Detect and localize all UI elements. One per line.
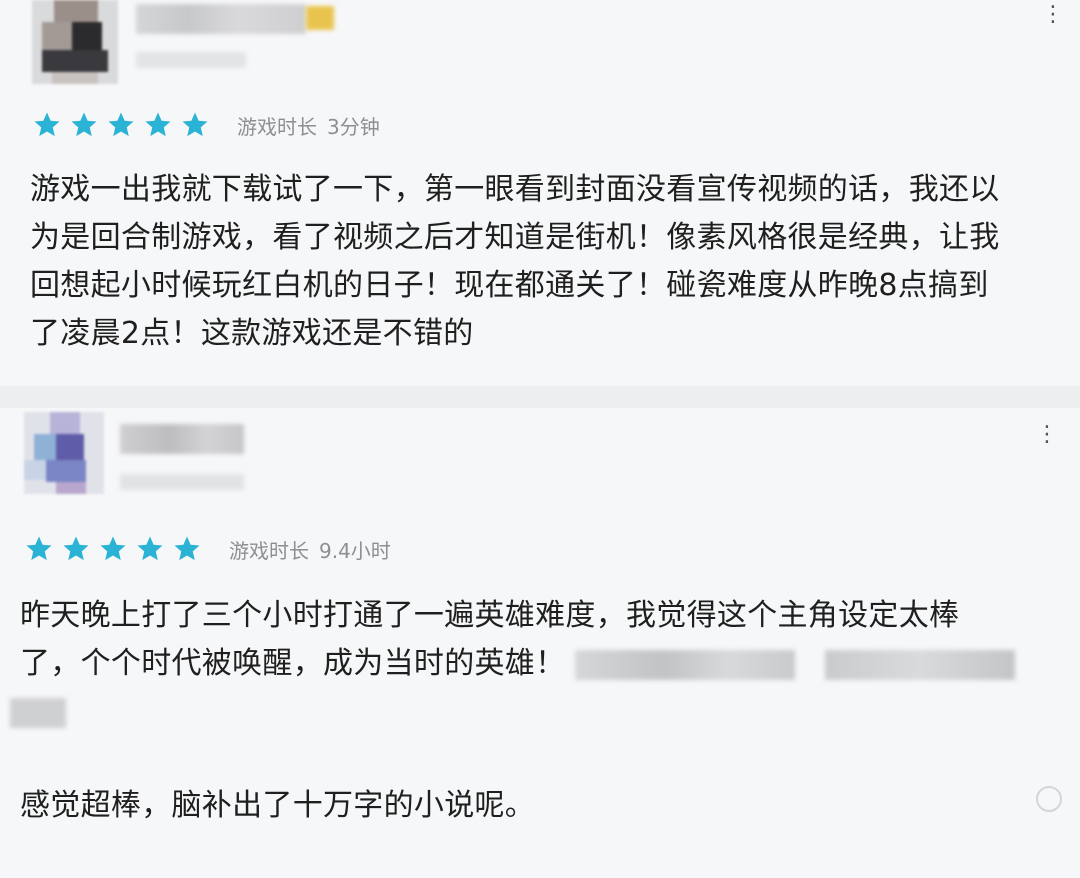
rating-row: 游戏时长 9.4小时 bbox=[24, 534, 391, 564]
avatar[interactable] bbox=[32, 0, 118, 84]
star-icon bbox=[26, 536, 52, 561]
review-line bbox=[10, 688, 1060, 736]
review-card: ⋮ 游戏时长 3分钟 游戏一出我就下载试了一下，第一眼看到封面没看宣传视频的话，我… bbox=[0, 0, 1080, 386]
avatar[interactable] bbox=[24, 412, 104, 494]
username bbox=[136, 4, 306, 34]
star-icon bbox=[182, 112, 208, 137]
review-text: 昨天晚上打了三个小时打通了一遍英雄难度，我觉得这个主角设定太棒 了，个个时代被唤… bbox=[10, 592, 1060, 736]
review-line: 感觉超棒，脑补出了十万字的小说呢。 bbox=[20, 788, 536, 823]
star-icon bbox=[174, 536, 200, 561]
star-icon bbox=[100, 536, 126, 561]
review-card: ⋮ 游戏时长 9.4小时 昨天晚上打了三个小时打通了一遍英雄难度，我觉得这个主角设… bbox=[0, 408, 1080, 878]
review-text: 游戏一出我就下载试了一下，第一眼看到封面没看宣传视频的话，我还以 为是回合制游戏… bbox=[30, 166, 1060, 358]
star-icon bbox=[108, 112, 134, 137]
more-vertical-icon[interactable]: ⋮ bbox=[1042, 4, 1064, 26]
review-line: 回想起小时候玩红白机的日子！现在都通关了！碰瓷难度从昨晚8点搞到 bbox=[30, 268, 989, 303]
review-line: 昨天晚上打了三个小时打通了一遍英雄难度，我觉得这个主角设定太棒 bbox=[20, 598, 960, 633]
redacted-text bbox=[575, 649, 796, 680]
playtime-label: 游戏时长 bbox=[237, 114, 317, 139]
star-icon bbox=[71, 112, 97, 137]
review-line: 了凌晨2点！这款游戏还是不错的 bbox=[30, 316, 474, 351]
review-line: 为是回合制游戏，看了视频之后才知道是街机！像素风格很是经典，让我 bbox=[30, 220, 1000, 255]
watermark-registered-mark bbox=[1036, 786, 1062, 812]
review-date bbox=[136, 52, 246, 68]
review-line: 了，个个时代被唤醒，成为当时的英雄！ bbox=[20, 640, 1060, 688]
playtime-label: 游戏时长 bbox=[229, 538, 309, 563]
redacted-text bbox=[825, 649, 1016, 680]
playtime: 游戏时长 3分钟 bbox=[237, 111, 380, 140]
more-vertical-icon[interactable]: ⋮ bbox=[1036, 424, 1058, 446]
username bbox=[120, 424, 244, 454]
playtime-value: 3分钟 bbox=[327, 114, 380, 139]
star-rating bbox=[32, 110, 217, 140]
review-text: 感觉超棒，脑补出了十万字的小说呢。 bbox=[20, 782, 1060, 830]
rating-row: 游戏时长 3分钟 bbox=[32, 110, 380, 140]
star-icon bbox=[145, 112, 171, 137]
star-icon bbox=[34, 112, 60, 137]
star-rating bbox=[24, 534, 209, 564]
playtime: 游戏时长 9.4小时 bbox=[229, 535, 391, 564]
star-icon bbox=[137, 536, 163, 561]
review-line: 游戏一出我就下载试了一下，第一眼看到封面没看宣传视频的话，我还以 bbox=[30, 172, 1000, 207]
divider bbox=[0, 386, 1080, 408]
playtime-value: 9.4小时 bbox=[319, 538, 391, 563]
user-badge bbox=[306, 6, 334, 30]
star-icon bbox=[63, 536, 89, 561]
review-date bbox=[120, 474, 244, 490]
review-line-text: 了，个个时代被唤醒，成为当时的英雄！ bbox=[20, 646, 566, 681]
redacted-text bbox=[10, 697, 66, 728]
